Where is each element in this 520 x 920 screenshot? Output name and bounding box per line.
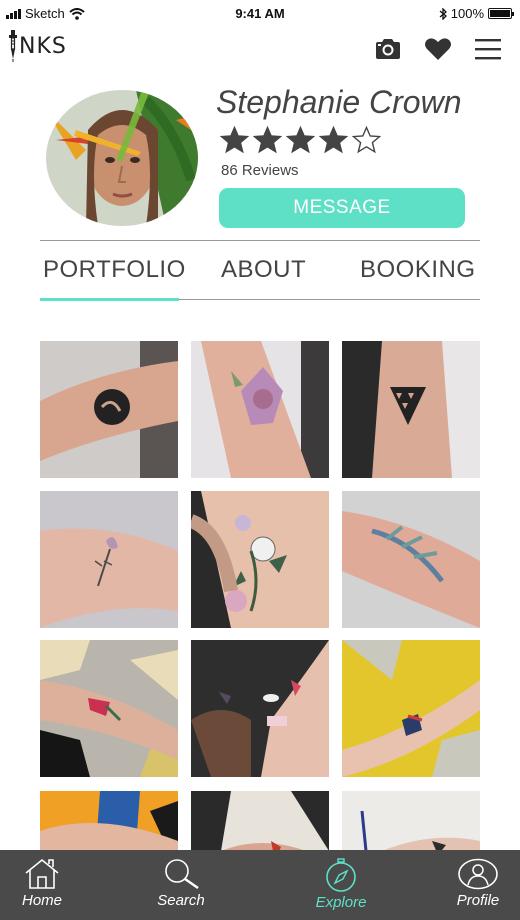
star-filled-icon — [319, 126, 348, 154]
portfolio-item[interactable] — [40, 341, 178, 478]
tab-booking[interactable]: BOOKING — [360, 256, 476, 284]
nav-home[interactable]: Home — [0, 858, 87, 909]
active-tab-indicator — [40, 298, 179, 301]
avatar-photo — [46, 90, 198, 226]
app-logo[interactable]: NKS — [8, 30, 67, 62]
portfolio-item[interactable] — [191, 791, 329, 851]
portfolio-item[interactable] — [342, 341, 480, 478]
status-bar: Sketch 9:41 AM 100% — [0, 0, 520, 26]
status-right: 100% — [439, 6, 514, 21]
camera-icon[interactable] — [374, 36, 402, 62]
portfolio-item[interactable] — [40, 791, 178, 851]
star-filled-icon — [253, 126, 282, 154]
home-icon — [25, 858, 59, 889]
nav-profile[interactable]: Profile — [433, 858, 520, 909]
profile-name: Stephanie Crown — [216, 84, 462, 120]
star-filled-icon — [286, 126, 315, 154]
portfolio-item[interactable] — [342, 491, 480, 628]
compass-icon — [326, 858, 356, 892]
header-actions — [374, 36, 502, 62]
battery-fill — [490, 10, 510, 17]
tattoo-machine-icon — [9, 30, 17, 62]
nav-search[interactable]: Search — [136, 858, 226, 909]
tab-about[interactable]: ABOUT — [221, 256, 306, 284]
logo-text: NKS — [19, 33, 67, 59]
bottom-nav: Home Search Explore Profile — [0, 850, 520, 920]
portfolio-item[interactable] — [342, 640, 480, 777]
portfolio-item[interactable] — [191, 491, 329, 628]
profile-tabs: PORTFOLIO ABOUT BOOKING — [40, 252, 480, 300]
nav-explore-label: Explore — [315, 894, 367, 911]
menu-icon[interactable] — [474, 36, 502, 62]
portfolio-item[interactable] — [342, 791, 480, 851]
tab-portfolio[interactable]: PORTFOLIO — [43, 256, 186, 284]
star-filled-icon — [220, 126, 249, 154]
rating-stars — [220, 126, 381, 154]
battery-icon — [488, 8, 514, 19]
reviews-count[interactable]: 86 Reviews — [221, 162, 299, 179]
battery-label: 100% — [450, 6, 484, 21]
search-icon — [165, 859, 199, 889]
avatar[interactable] — [46, 90, 198, 226]
portfolio-item[interactable] — [191, 341, 329, 478]
portfolio-item[interactable] — [191, 640, 329, 777]
divider — [40, 240, 480, 241]
heart-icon[interactable] — [424, 36, 452, 62]
nav-home-label: Home — [21, 892, 62, 909]
user-icon — [458, 858, 498, 890]
bluetooth-icon — [439, 7, 447, 20]
message-button[interactable]: MESSAGE — [219, 188, 465, 228]
app-header: NKS — [0, 28, 520, 68]
nav-explore[interactable]: Explore — [296, 858, 386, 911]
portfolio-grid — [40, 341, 480, 851]
portfolio-item[interactable] — [40, 640, 178, 777]
nav-profile-label: Profile — [456, 892, 500, 909]
nav-search-label: Search — [157, 892, 205, 909]
star-empty-icon — [352, 126, 381, 154]
portfolio-item[interactable] — [40, 491, 178, 628]
